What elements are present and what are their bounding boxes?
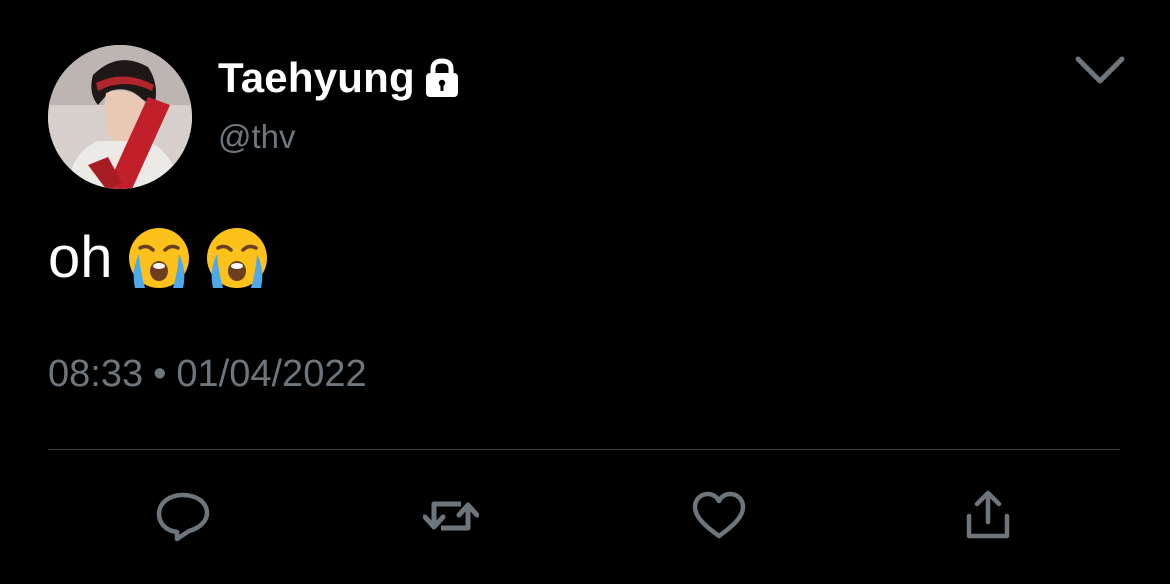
retweet-icon <box>423 501 479 531</box>
timestamp-separator: • <box>153 353 167 395</box>
loudly-crying-face-emoji <box>205 226 269 290</box>
like-button[interactable] <box>691 490 747 542</box>
tweet-time: 08:33 <box>48 353 144 395</box>
lock-icon <box>423 57 461 99</box>
reply-icon <box>156 492 210 542</box>
retweet-button[interactable] <box>423 490 479 542</box>
tweet-text-content: oh <box>48 225 113 290</box>
tweet-timestamp[interactable]: 08:33 • 01/04/2022 <box>48 350 367 398</box>
heart-icon <box>692 491 746 539</box>
share-button[interactable] <box>960 490 1016 542</box>
tweet: Taehyung @thv oh 08:33 • 01/04/2022 <box>0 0 1170 584</box>
reply-button[interactable] <box>155 490 211 542</box>
display-name-row: Taehyung <box>218 54 461 102</box>
user-handle[interactable]: @thv <box>218 116 296 158</box>
chevron-down-icon[interactable] <box>1074 52 1126 88</box>
divider <box>48 449 1120 450</box>
tweet-text: oh <box>48 222 269 294</box>
avatar[interactable] <box>48 45 192 189</box>
share-icon <box>966 490 1010 539</box>
loudly-crying-face-emoji <box>127 226 191 290</box>
tweet-date: 01/04/2022 <box>176 353 367 395</box>
display-name[interactable]: Taehyung <box>218 54 415 102</box>
avatar-image <box>48 45 192 189</box>
